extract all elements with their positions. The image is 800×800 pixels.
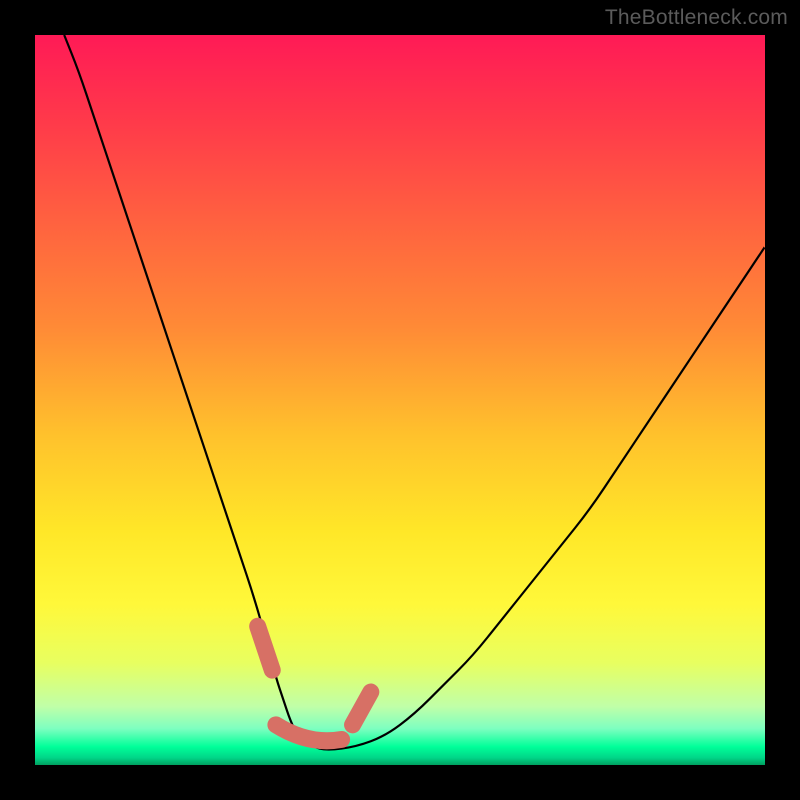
- chart-svg: [35, 35, 765, 765]
- highlight-segments: [258, 626, 371, 741]
- bottom-segment: [276, 725, 342, 741]
- bottleneck-curve: [64, 35, 765, 749]
- left-segment: [258, 626, 273, 670]
- plot-area: [35, 35, 765, 765]
- watermark-text: TheBottleneck.com: [605, 6, 788, 30]
- right-segment: [353, 692, 371, 725]
- chart-frame: TheBottleneck.com: [0, 0, 800, 800]
